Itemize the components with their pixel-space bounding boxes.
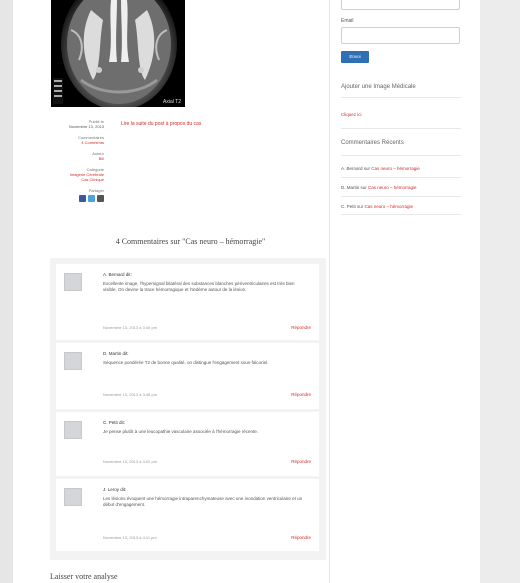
comment-card: D. Martin dit: Séquence pondérée T2 de b…	[56, 343, 319, 409]
recent-comment-author: C. Petit sur	[341, 204, 364, 209]
recent-comment-post-link[interactable]: Cas neuro – hémorragie	[368, 185, 417, 190]
comment-date[interactable]: Novembre 13, 2013 à 4:11 pm	[103, 535, 157, 540]
widget-divider	[341, 97, 461, 98]
add-image-title: Ajouter une Image Médicale	[341, 84, 416, 90]
recent-comment-author: D. Martin sur	[341, 185, 367, 190]
twitter-icon[interactable]	[88, 195, 95, 202]
meta-category: Catégorie Imagerie Cérébrale Cas Cliniqu…	[47, 167, 104, 182]
comment-author[interactable]: C. Petit dit:	[103, 420, 125, 425]
reply-button[interactable]: Répondre	[291, 535, 311, 540]
reply-button[interactable]: Répondre	[291, 325, 311, 330]
avatar	[64, 273, 82, 291]
widget-divider	[341, 214, 461, 215]
brain-mri-image[interactable]: Axial T2	[51, 0, 185, 107]
reply-button[interactable]: Répondre	[291, 459, 311, 464]
comment-card: A. Bernard dit: Excellente image, l'hype…	[56, 264, 319, 340]
read-more-link[interactable]: Lire la suite du post à propos du cas	[121, 121, 201, 127]
comment-text: Séquence pondérée T2 de bonne qualité, o…	[103, 360, 269, 365]
comment-date[interactable]: Novembre 13, 2013 à 3:45 pm	[103, 325, 157, 330]
comment-date[interactable]: Novembre 13, 2013 à 3:48 pm	[103, 392, 157, 397]
meta-comments: Commentaires 4 Comments	[47, 135, 104, 145]
avatar	[64, 488, 82, 506]
comment-text: Les lésions évoquent une hémorragie intr…	[103, 496, 303, 507]
recent-comments-title: Commentaires Récents	[341, 140, 404, 146]
avatar	[64, 421, 82, 439]
name-field[interactable]	[341, 0, 460, 10]
recent-comment-item: D. Martin sur Cas neuro – hémorragie	[341, 185, 417, 190]
comment-author[interactable]: D. Martin dit:	[103, 351, 129, 356]
meta-value-link[interactable]: 4 Comments	[47, 140, 104, 145]
recent-comment-item: C. Petit sur Cas neuro – hémorragie	[341, 204, 413, 209]
main-content: Axial T2 Publié le Novembre 13, 2013 Com…	[47, 0, 330, 583]
comment-date[interactable]: Novembre 13, 2013 à 4:02 pm	[103, 459, 157, 464]
email-share-icon[interactable]	[97, 195, 104, 202]
meta-value-link[interactable]: Cas Clinique	[47, 177, 104, 182]
recent-comment-author: A. Bernard sur	[341, 166, 371, 171]
page-margin-right	[480, 0, 520, 583]
send-button[interactable]: Envoi	[341, 51, 369, 63]
meta-published: Publié le Novembre 13, 2013	[47, 119, 104, 129]
facebook-icon[interactable]	[79, 195, 86, 202]
widget-divider	[341, 177, 461, 178]
comment-text: Excellente image, l'hypersignal bilatéra…	[103, 281, 295, 292]
mri-scan-graphic	[51, 0, 185, 107]
meta-share: Partager	[47, 188, 104, 202]
share-icons	[47, 195, 104, 202]
meta-value-link[interactable]: Bill	[47, 156, 104, 161]
meta-label: Partager	[88, 188, 104, 193]
leave-reply-heading: Laisser votre analyse	[50, 572, 118, 581]
recent-comment-item: A. Bernard sur Cas neuro – hémorragie	[341, 166, 420, 171]
widget-divider	[341, 196, 461, 197]
recent-comment-post-link[interactable]: Cas neuro – hémorragie	[365, 204, 414, 209]
recent-comment-post-link[interactable]: Cas neuro – hémorragie	[371, 166, 420, 171]
meta-author: Auteur Bill	[47, 151, 104, 161]
comment-author[interactable]: A. Bernard dit:	[103, 272, 132, 277]
email-label: Email	[341, 18, 354, 24]
comment-text: Je pense plutôt à une leucopathie vascul…	[103, 429, 258, 434]
widget-divider	[341, 128, 461, 129]
comment-card: J. Leroy dit: Les lésions évoquent une h…	[56, 479, 319, 551]
comments-list: A. Bernard dit: Excellente image, l'hype…	[50, 258, 326, 560]
image-overlay-label: Axial T2	[163, 99, 181, 105]
add-image-link[interactable]: Cliquez ici	[341, 112, 362, 117]
widget-divider	[341, 155, 461, 156]
post-meta: Publié le Novembre 13, 2013 Commentaires…	[47, 119, 104, 208]
avatar	[64, 352, 82, 370]
meta-value: Novembre 13, 2013	[68, 124, 104, 129]
email-field[interactable]	[341, 27, 460, 44]
comment-card: C. Petit dit: Je pense plutôt à une leuc…	[56, 412, 319, 476]
comment-author[interactable]: J. Leroy dit:	[103, 487, 126, 492]
reply-button[interactable]: Répondre	[291, 392, 311, 397]
comments-title: 4 Commentaires sur "Cas neuro – hémorrag…	[115, 237, 266, 246]
